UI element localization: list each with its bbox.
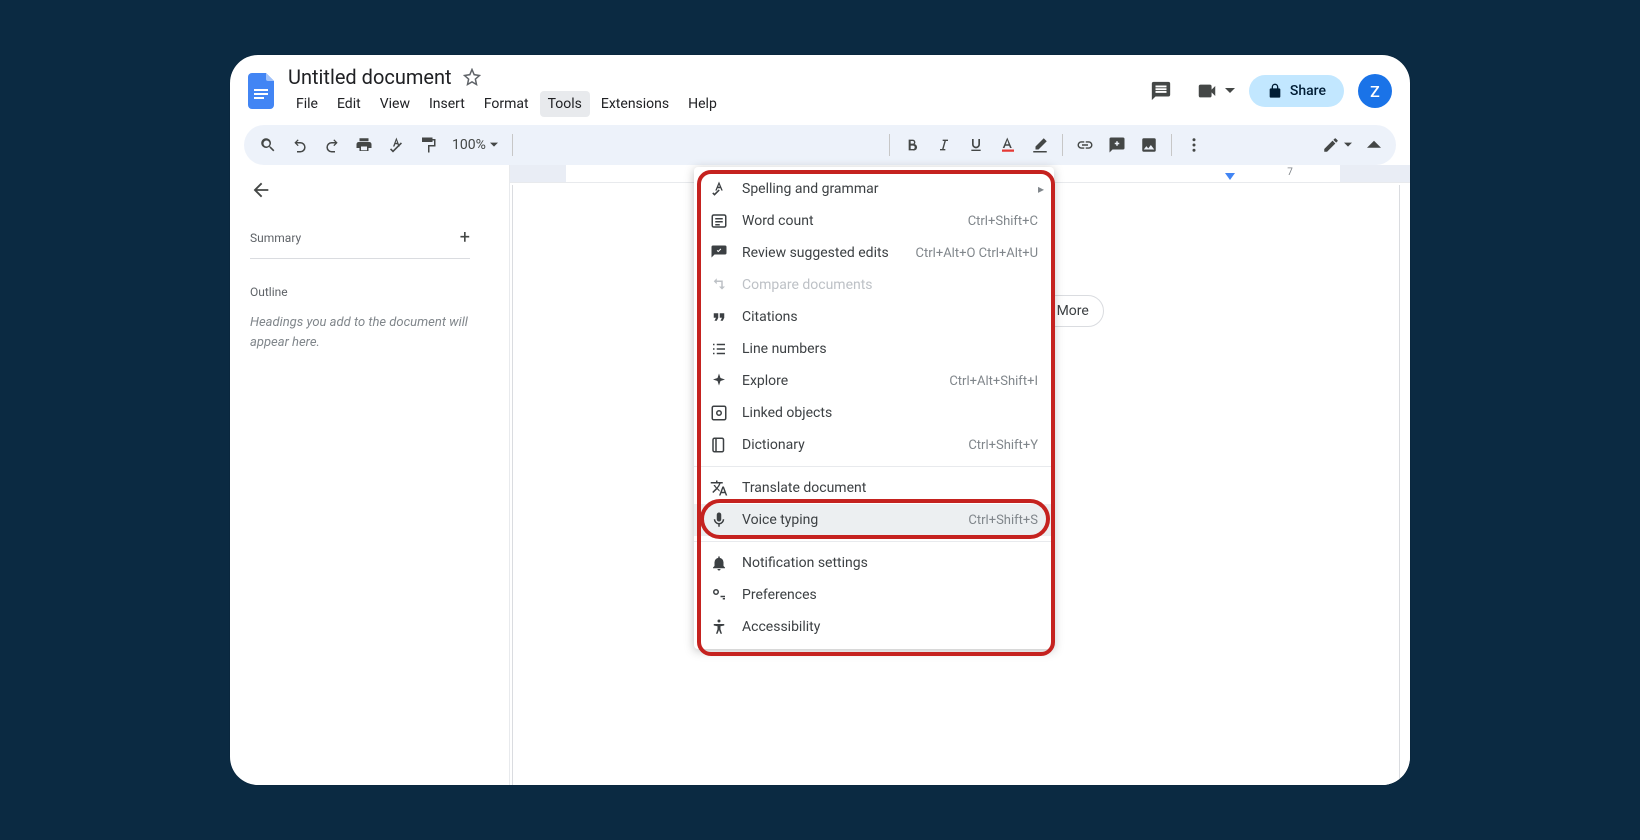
summary-label: Summary [250,231,301,245]
share-label: Share [1290,83,1326,99]
star-icon[interactable] [460,65,484,89]
explore-icon [710,372,728,390]
menu-extensions[interactable]: Extensions [593,91,677,117]
menu-format[interactable]: Format [476,91,537,117]
separator [889,134,890,156]
spellcheck-icon[interactable] [382,131,410,159]
menu-review-suggested-edits[interactable]: Review suggested edits Ctrl+Alt+O Ctrl+A… [694,237,1054,269]
indent-marker-icon[interactable] [1225,173,1235,180]
underline-icon[interactable] [962,131,990,159]
docs-logo-icon[interactable] [248,73,276,109]
preferences-icon [710,586,728,604]
microphone-icon [710,511,728,529]
meet-icon[interactable] [1191,75,1223,107]
outline-label: Outline [250,285,470,299]
chevron-down-icon [490,141,498,149]
paint-format-icon[interactable] [414,131,442,159]
outline-placeholder: Headings you add to the document will ap… [250,313,470,352]
review-edits-icon [710,244,728,262]
compare-icon [710,276,728,294]
insert-link-icon[interactable] [1071,131,1099,159]
menu-insert[interactable]: Insert [421,91,473,117]
menu-citations[interactable]: Citations [694,301,1054,333]
back-arrow-icon[interactable] [250,179,272,201]
bold-icon[interactable] [898,131,926,159]
tools-dropdown: Spelling and grammar ▸ Word count Ctrl+S… [694,167,1054,649]
menubar: File Edit View Insert Format Tools Exten… [288,91,1133,117]
pencil-icon [1322,136,1340,154]
menu-dictionary[interactable]: Dictionary Ctrl+Shift+Y [694,429,1054,461]
menu-line-numbers[interactable]: Line numbers [694,333,1054,365]
line-numbers-icon [710,340,728,358]
outline-panel: Summary + Outline Headings you add to th… [230,165,490,785]
menu-translate[interactable]: Translate document [694,472,1054,504]
collapse-toolbar-icon[interactable] [1362,133,1386,157]
more-tools-icon[interactable] [1180,131,1208,159]
app-window: Untitled document File Edit View Insert … [230,55,1410,785]
menu-linked-objects[interactable]: Linked objects [694,397,1054,429]
text-color-icon[interactable] [994,131,1022,159]
menu-accessibility[interactable]: Accessibility [694,611,1054,643]
lock-icon [1267,83,1283,99]
menu-edit[interactable]: Edit [329,91,369,117]
menu-voice-typing[interactable]: Voice typing Ctrl+Shift+S [694,504,1054,536]
menu-explore[interactable]: Explore Ctrl+Alt+Shift+I [694,365,1054,397]
citations-icon [710,308,728,326]
menu-compare-documents: Compare documents [694,269,1054,301]
menu-separator [694,541,1054,542]
search-icon[interactable] [254,131,282,159]
share-button[interactable]: Share [1249,75,1344,107]
redo-icon[interactable] [318,131,346,159]
separator [1062,134,1063,156]
menu-notification-settings[interactable]: Notification settings [694,547,1054,579]
menu-word-count[interactable]: Word count Ctrl+Shift+C [694,205,1054,237]
editing-mode-button[interactable] [1322,136,1352,154]
titlebar: Untitled document File Edit View Insert … [230,55,1410,117]
chevron-right-icon: ▸ [1038,182,1044,196]
italic-icon[interactable] [930,131,958,159]
comments-icon[interactable] [1145,75,1177,107]
print-icon[interactable] [350,131,378,159]
user-avatar[interactable]: Z [1358,74,1392,108]
undo-icon[interactable] [286,131,314,159]
add-comment-icon[interactable] [1103,131,1131,159]
menu-help[interactable]: Help [680,91,725,117]
dictionary-icon [710,436,728,454]
spellcheck-icon [710,180,728,198]
toolbar: 100% [244,125,1396,165]
chevron-down-icon [1344,141,1352,149]
separator [512,134,513,156]
word-count-icon [710,212,728,230]
vertical-ruler[interactable] [490,165,510,785]
document-title[interactable]: Untitled document [288,65,452,89]
meet-dropdown-caret-icon[interactable] [1225,86,1235,96]
menu-tools[interactable]: Tools [540,91,590,117]
menu-view[interactable]: View [372,91,418,117]
insert-image-icon[interactable] [1135,131,1163,159]
highlight-color-icon[interactable] [1026,131,1054,159]
accessibility-icon [710,618,728,636]
add-summary-icon[interactable]: + [460,227,470,248]
translate-icon [710,479,728,497]
bell-icon [710,554,728,572]
separator [1171,134,1172,156]
menu-preferences[interactable]: Preferences [694,579,1054,611]
menu-file[interactable]: File [288,91,326,117]
zoom-selector[interactable]: 100% [446,137,504,153]
linked-objects-icon [710,404,728,422]
menu-separator [694,466,1054,467]
menu-spelling-grammar[interactable]: Spelling and grammar ▸ [694,173,1054,205]
